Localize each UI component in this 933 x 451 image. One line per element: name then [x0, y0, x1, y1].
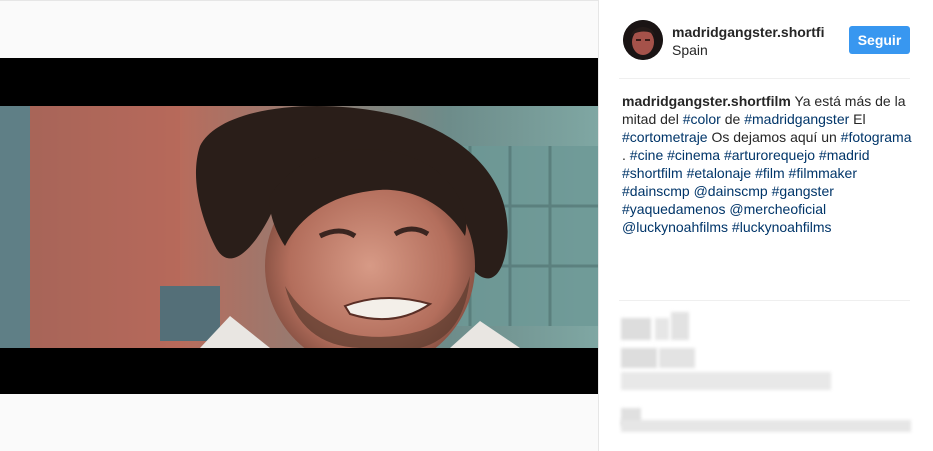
- blurred-comment: [621, 372, 831, 390]
- hashtag-link[interactable]: #color: [683, 111, 721, 127]
- hashtag-link[interactable]: #cinema: [667, 147, 720, 163]
- blurred-comment: [659, 348, 695, 368]
- hashtag-link[interactable]: #arturorequejo: [724, 147, 815, 163]
- photo-illustration: [0, 106, 598, 348]
- caption-text: de: [720, 111, 745, 127]
- hashtag-link[interactable]: #madridgangster: [744, 111, 849, 127]
- caption-text: El: [849, 111, 866, 127]
- hashtag-link[interactable]: #film: [755, 165, 785, 181]
- post-media: [0, 0, 598, 451]
- caption-text: .: [622, 147, 630, 163]
- letterbox-frame: [0, 58, 598, 394]
- hashtag-link[interactable]: #cine: [630, 147, 663, 163]
- header-divider: [619, 78, 910, 79]
- avatar-image: [623, 20, 663, 60]
- post-header: madridgangster.shortfi Spain Seguir: [599, 0, 933, 80]
- post-photo[interactable]: [0, 106, 598, 348]
- location-link[interactable]: Spain: [672, 42, 708, 58]
- hashtag-link[interactable]: #filmmaker: [789, 165, 857, 181]
- blurred-comment: [655, 318, 669, 340]
- mention-link[interactable]: @dainscmp: [694, 183, 768, 199]
- blurred-comment: [621, 348, 657, 368]
- avatar[interactable]: [623, 20, 663, 60]
- hashtag-link[interactable]: #yaquedamenos: [622, 201, 726, 217]
- blurred-comment: [621, 420, 911, 432]
- hashtag-link[interactable]: #madrid: [819, 147, 870, 163]
- follow-button[interactable]: Seguir: [849, 26, 910, 54]
- post-sidebar: madridgangster.shortfi Spain Seguir madr…: [598, 0, 933, 451]
- caption-username[interactable]: madridgangster.shortfilm: [622, 93, 791, 109]
- hashtag-link[interactable]: #dainscmp: [622, 183, 690, 199]
- hashtag-link[interactable]: #fotograma: [841, 129, 912, 145]
- mention-link[interactable]: @mercheoficial: [729, 201, 826, 217]
- hashtag-link[interactable]: #etalonaje: [687, 165, 752, 181]
- hashtag-link[interactable]: #cortometraje: [622, 129, 708, 145]
- hashtag-link[interactable]: #gangster: [772, 183, 834, 199]
- blurred-comment: [671, 312, 689, 340]
- hashtag-link[interactable]: #luckynoahfilms: [732, 219, 832, 235]
- caption-text: Os dejamos aquí un: [707, 129, 841, 145]
- post-caption: madridgangster.shortfilm Ya está más de …: [622, 92, 914, 236]
- blurred-comment: [621, 318, 651, 340]
- mention-link[interactable]: @luckynoahfilms: [622, 219, 728, 235]
- top-border: [0, 0, 598, 1]
- username-link[interactable]: madridgangster.shortfi: [672, 24, 832, 40]
- hashtag-link[interactable]: #shortfilm: [622, 165, 683, 181]
- caption-divider: [619, 300, 910, 301]
